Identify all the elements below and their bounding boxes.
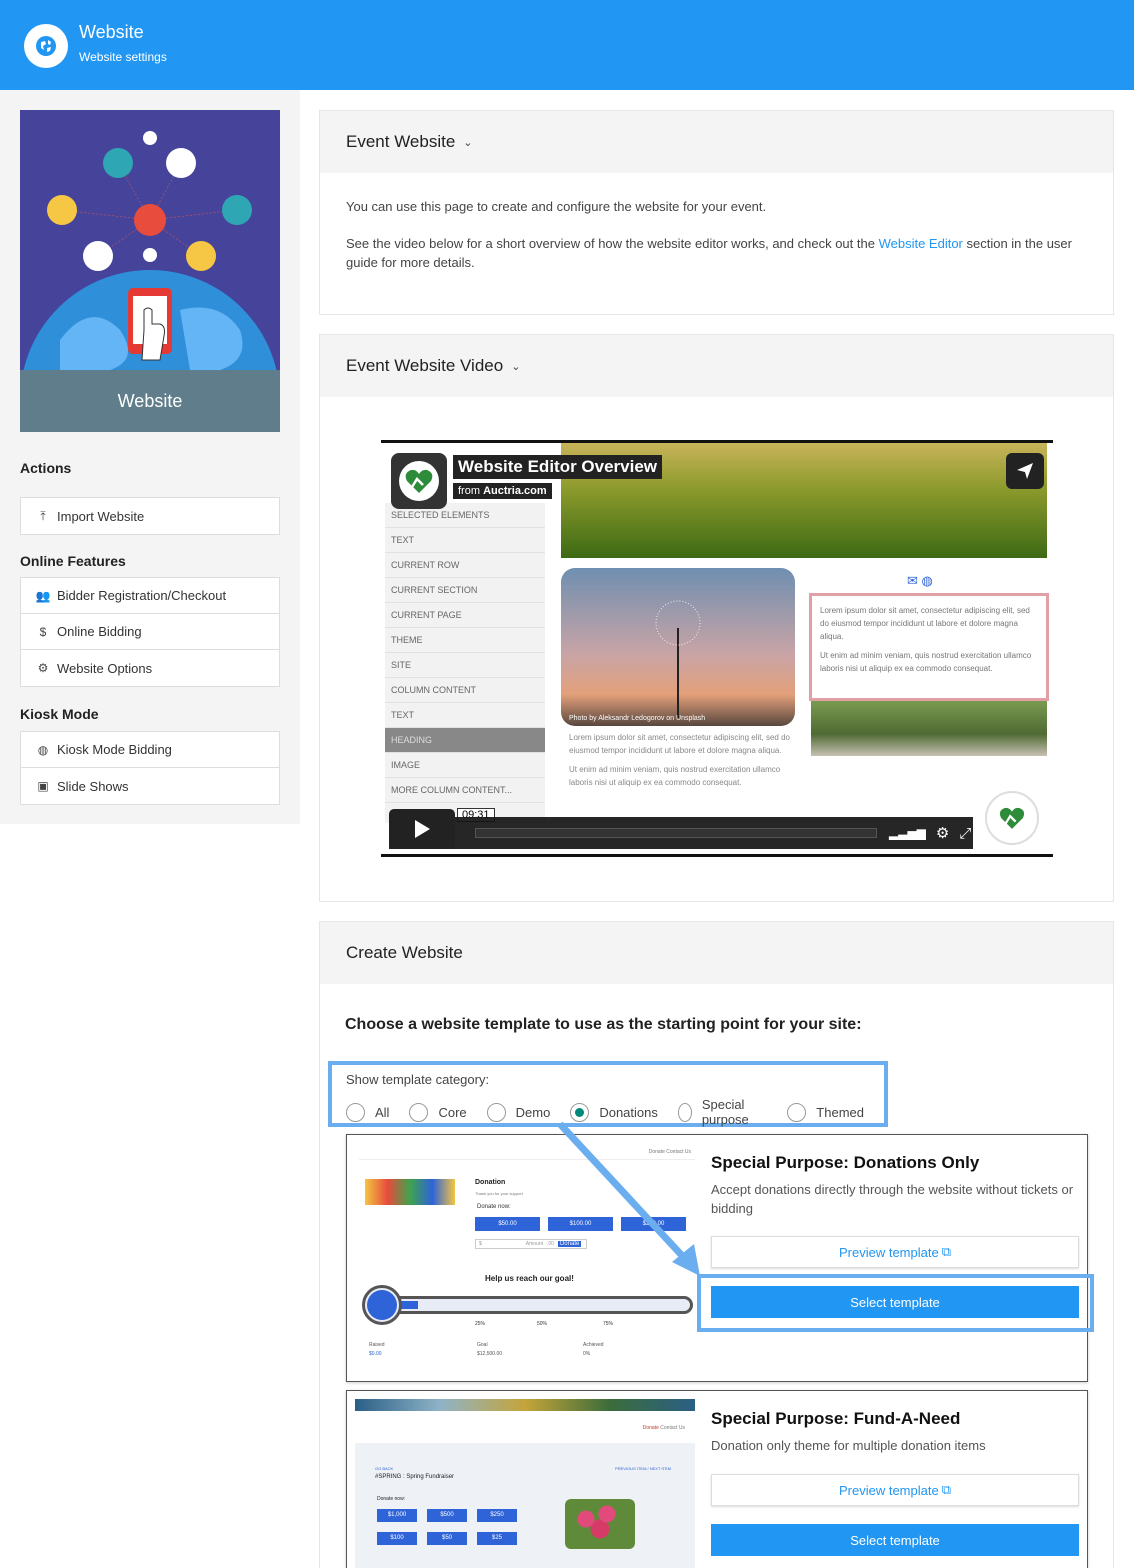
template-description: Donation only theme for multiple donatio… xyxy=(711,1438,986,1453)
preview-template-button[interactable]: Preview template ⧉ xyxy=(711,1474,1079,1506)
template-card-fund-a-need: Donate Contact Us GO BACK PREVIOUS ITEM … xyxy=(346,1390,1088,1568)
select-button-highlight xyxy=(697,1274,1094,1332)
select-template-button[interactable]: Select template xyxy=(711,1524,1079,1556)
highlight-arrow xyxy=(557,1121,700,1276)
flower-pot-image xyxy=(565,1499,635,1549)
mock-nav: Donate Contact Us xyxy=(642,1425,685,1431)
template-name: Special Purpose: Fund-A-Need xyxy=(711,1409,961,1428)
external-link-icon: ⧉ xyxy=(941,1482,951,1497)
template-preview-image: Donate Contact Us GO BACK PREVIOUS ITEM … xyxy=(355,1399,695,1568)
